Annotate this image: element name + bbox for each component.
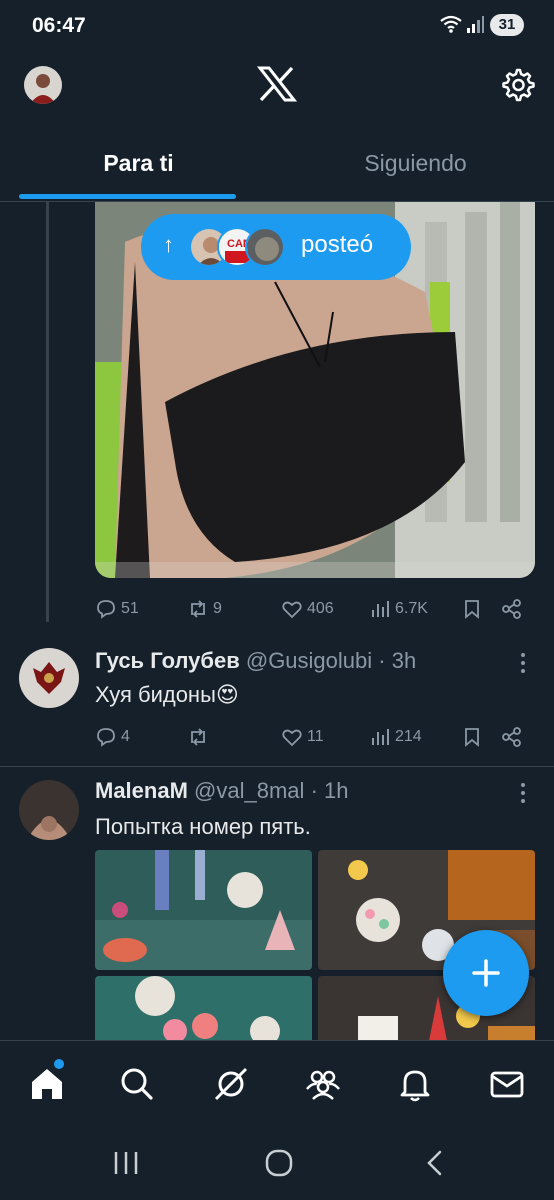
views-button[interactable]: 214	[369, 722, 422, 752]
tweet-header: MalenaM @val_8mal · 1h	[95, 778, 348, 804]
retweet-button[interactable]: 9	[187, 594, 222, 624]
system-navigation-bar	[0, 1126, 554, 1200]
active-tab-indicator	[19, 194, 236, 199]
post-actions-bar: 51 9 406 6.7K	[95, 594, 535, 624]
messages-icon[interactable]	[488, 1065, 526, 1103]
tweet-header: Гусь Голубев @Gusigolubi · 3h	[95, 648, 416, 674]
back-icon[interactable]	[420, 1148, 450, 1178]
reply-button[interactable]: 51	[95, 594, 139, 624]
home-notification-dot	[54, 1059, 64, 1069]
battery-indicator: 31	[490, 14, 524, 36]
grok-icon[interactable]	[212, 1065, 250, 1103]
x-logo-icon[interactable]	[257, 66, 297, 102]
posted-label: posteó	[301, 231, 374, 258]
retweet-icon	[191, 600, 205, 618]
like-button[interactable]: 11	[281, 722, 324, 752]
more-options-icon[interactable]	[516, 782, 530, 804]
status-bar: 06:47 31	[0, 0, 554, 52]
signal-icon	[467, 16, 484, 33]
user-avatar[interactable]	[19, 648, 79, 708]
tweet-time: · 3h	[378, 648, 417, 673]
like-button[interactable]: 406	[281, 594, 334, 624]
heart-icon	[282, 601, 302, 619]
user-avatar[interactable]	[19, 780, 79, 840]
retweet-icon	[191, 728, 205, 746]
media-image-3[interactable]	[95, 976, 312, 1040]
thread-connector-line	[46, 202, 49, 622]
heart-icon	[282, 729, 302, 747]
profile-avatar[interactable]	[24, 66, 62, 104]
arrow-up-icon: ↑	[163, 232, 174, 257]
share-icon	[502, 599, 521, 619]
compose-post-button[interactable]	[443, 930, 529, 1016]
bottom-navigation	[0, 1040, 554, 1126]
reply-icon	[97, 600, 115, 619]
reply-button[interactable]: 4	[95, 722, 130, 752]
timeline-feed[interactable]: ↑ CANADA posteó 51 9 406	[0, 202, 554, 1040]
tweet-actions-bar: 4 11 214	[95, 722, 535, 752]
author-handle[interactable]: @Gusigolubi	[246, 648, 372, 673]
tab-siguiendo[interactable]: Siguiendo	[277, 150, 554, 194]
search-icon[interactable]	[118, 1065, 156, 1103]
share-icon	[502, 727, 521, 747]
views-icon	[372, 729, 389, 745]
views-count: 6.7K	[395, 600, 428, 617]
tab-para-ti[interactable]: Para ti	[0, 150, 277, 194]
home-circle-icon[interactable]	[264, 1148, 294, 1178]
app-header: Para ti Siguiendo	[0, 52, 554, 202]
views-count: 214	[395, 728, 422, 745]
share-button[interactable]	[501, 722, 523, 752]
tweet-time: · 1h	[310, 778, 349, 803]
share-button[interactable]	[501, 594, 523, 624]
bookmark-icon	[465, 600, 479, 619]
bookmark-button[interactable]	[461, 594, 483, 624]
reply-icon	[97, 728, 115, 747]
like-count: 11	[307, 728, 324, 745]
poster-avatar-3	[245, 227, 285, 267]
plus-icon	[472, 959, 500, 987]
wifi-icon	[440, 15, 462, 33]
tweet-text: Попытка номер пять.	[95, 814, 311, 839]
author-name[interactable]: MalenaM	[95, 778, 188, 803]
views-button[interactable]: 6.7K	[369, 594, 428, 624]
bookmark-button[interactable]	[461, 722, 483, 752]
home-icon[interactable]	[28, 1065, 66, 1103]
divider	[0, 766, 554, 767]
retweet-button[interactable]	[187, 722, 213, 752]
reply-count: 51	[121, 600, 139, 617]
recent-apps-icon[interactable]	[111, 1148, 141, 1178]
more-options-icon[interactable]	[516, 652, 530, 674]
communities-icon[interactable]	[304, 1065, 342, 1103]
status-time: 06:47	[32, 14, 86, 37]
reply-count: 4	[121, 728, 130, 745]
settings-gear-icon[interactable]	[498, 66, 536, 104]
bookmark-icon	[465, 728, 479, 747]
retweet-count: 9	[213, 600, 222, 617]
author-name[interactable]: Гусь Голубев	[95, 648, 240, 673]
like-count: 406	[307, 600, 334, 617]
views-icon	[372, 601, 389, 617]
new-posts-pill[interactable]: ↑ CANADA posteó	[141, 214, 411, 280]
media-image-1[interactable]	[95, 850, 312, 970]
author-handle[interactable]: @val_8mal	[194, 778, 304, 803]
notifications-icon[interactable]	[396, 1065, 434, 1103]
tweet-text: Хуя бидоны😍	[95, 682, 239, 707]
